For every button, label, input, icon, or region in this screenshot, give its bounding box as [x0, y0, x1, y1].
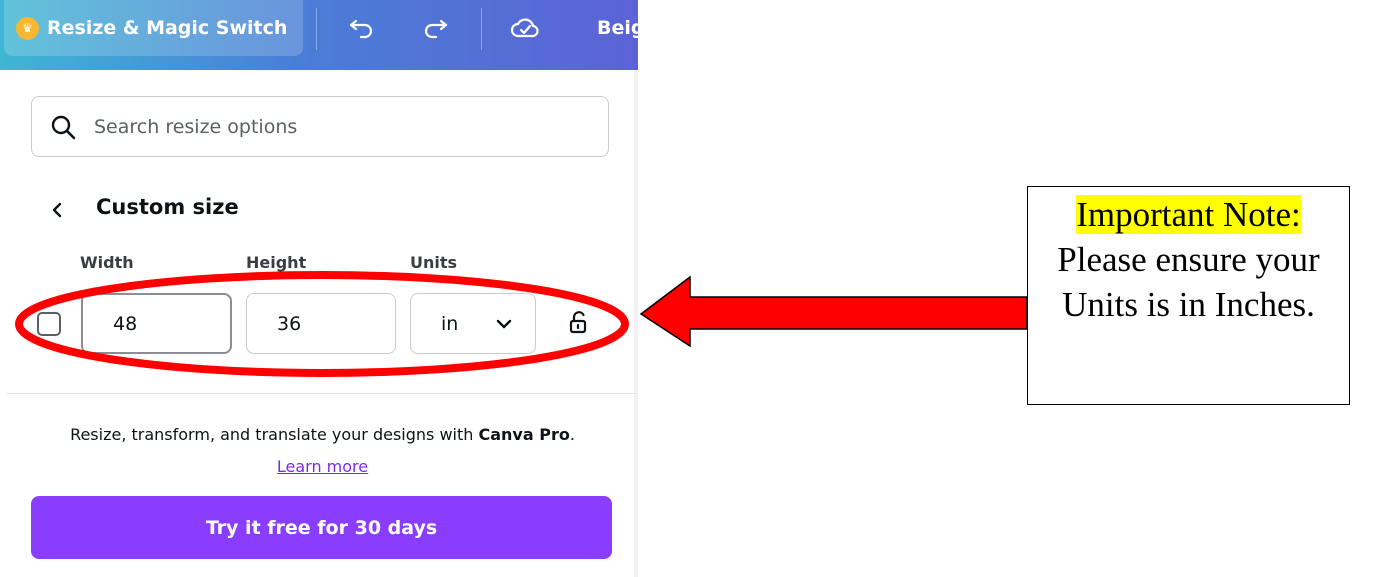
- crown-icon: ♛: [16, 16, 39, 40]
- note-heading: Important Note:: [1076, 195, 1301, 234]
- height-field[interactable]: 36: [246, 293, 396, 354]
- redo-icon[interactable]: [420, 12, 450, 42]
- important-note-box: Important Note: Please ensure your Units…: [1027, 186, 1350, 405]
- panel-edge: [634, 70, 638, 577]
- promo-message: Resize, transform, and translate your de…: [70, 425, 479, 444]
- apply-checkbox[interactable]: [37, 312, 61, 336]
- search-box[interactable]: [31, 96, 609, 157]
- custom-size-title: Custom size: [96, 195, 239, 219]
- chevron-down-icon: [496, 319, 512, 328]
- learn-more-link[interactable]: Learn more: [7, 457, 638, 476]
- toolbar-divider: [481, 8, 482, 50]
- unlocked-icon[interactable]: [567, 309, 589, 335]
- height-value: 36: [277, 312, 302, 335]
- width-label: Width: [80, 253, 134, 272]
- top-toolbar: ♛ Resize & Magic Switch Beig: [0, 0, 638, 70]
- promo-period: .: [569, 425, 575, 444]
- units-label: Units: [410, 253, 458, 272]
- width-field[interactable]: 48: [81, 293, 232, 354]
- canva-pro-brand: Canva Pro: [478, 425, 570, 444]
- cloud-saved-icon[interactable]: [510, 12, 540, 42]
- resize-button-label: Resize & Magic Switch: [47, 17, 288, 39]
- search-input[interactable]: [92, 114, 576, 139]
- units-value: in: [441, 312, 459, 335]
- width-value: 48: [113, 312, 138, 335]
- try-free-button[interactable]: Try it free for 30 days: [31, 496, 612, 559]
- note-body: Please ensure your Units is in Inches.: [1057, 239, 1320, 324]
- promo-text: Resize, transform, and translate your de…: [7, 425, 638, 444]
- undo-icon[interactable]: [347, 12, 377, 42]
- panel-divider: [7, 393, 638, 394]
- search-icon: [51, 115, 76, 139]
- back-chevron-icon[interactable]: [46, 197, 68, 223]
- units-select[interactable]: in: [410, 293, 536, 354]
- document-title[interactable]: Beig: [597, 17, 638, 39]
- pointer-arrow: [639, 275, 1028, 348]
- toolbar-divider: [316, 8, 317, 50]
- height-label: Height: [246, 253, 307, 272]
- resize-magic-switch-button[interactable]: ♛ Resize & Magic Switch: [4, 0, 303, 56]
